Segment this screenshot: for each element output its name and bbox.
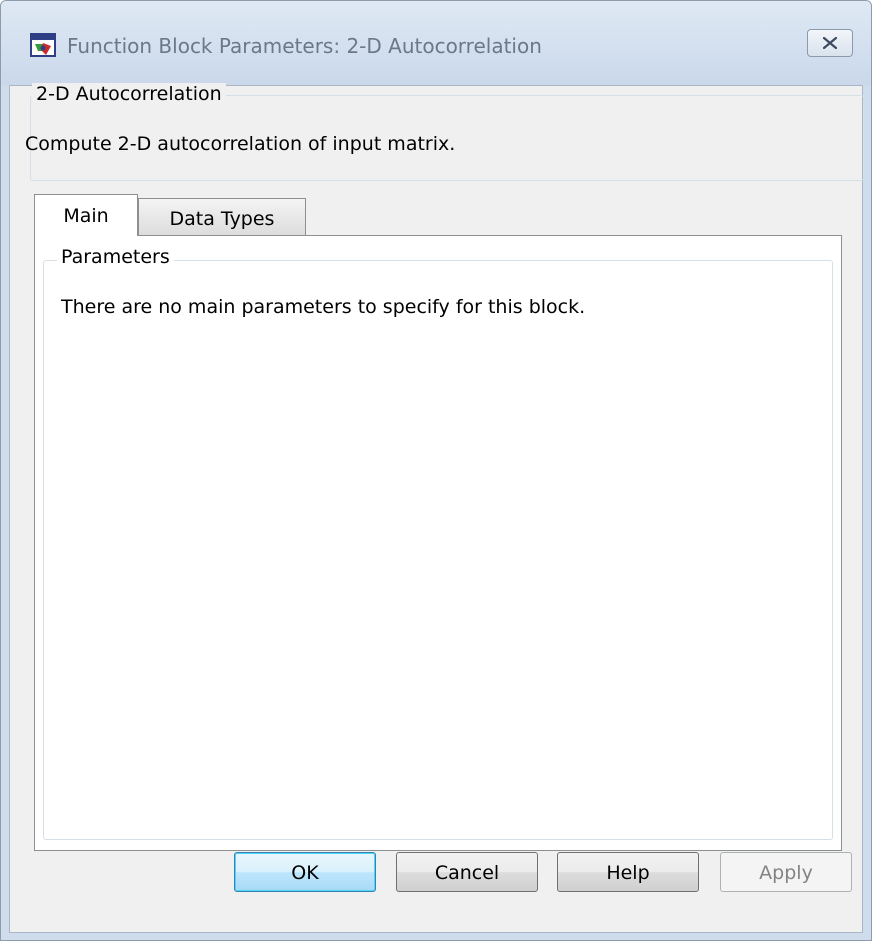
tab-data-types-label: Data Types [169, 208, 275, 230]
help-button[interactable]: Help [557, 852, 699, 892]
tab-main[interactable]: Main [34, 194, 138, 236]
cancel-button[interactable]: Cancel [396, 852, 538, 892]
window-title: Function Block Parameters: 2-D Autocorre… [67, 34, 542, 58]
block-description: Compute 2-D autocorrelation of input mat… [25, 133, 456, 155]
dialog-window: Function Block Parameters: 2-D Autocorre… [0, 0, 872, 941]
tab-data-types[interactable]: Data Types [138, 198, 306, 236]
dialog-content: 2-D Autocorrelation Compute 2-D autocorr… [9, 83, 864, 933]
title-bar[interactable]: Function Block Parameters: 2-D Autocorre… [1, 1, 871, 85]
apply-button: Apply [720, 852, 852, 892]
tab-main-label: Main [63, 205, 109, 227]
parameters-group-title: Parameters [57, 246, 174, 268]
description-group-title: 2-D Autocorrelation [32, 83, 226, 105]
ok-button[interactable]: OK [234, 852, 376, 892]
simulink-block-icon [30, 31, 58, 59]
no-parameters-message: There are no main parameters to specify … [61, 296, 586, 318]
close-x-icon [823, 37, 837, 49]
tab-panel-main: Parameters There are no main parameters … [34, 235, 842, 851]
parameters-group [43, 260, 833, 840]
close-button[interactable] [807, 29, 853, 57]
